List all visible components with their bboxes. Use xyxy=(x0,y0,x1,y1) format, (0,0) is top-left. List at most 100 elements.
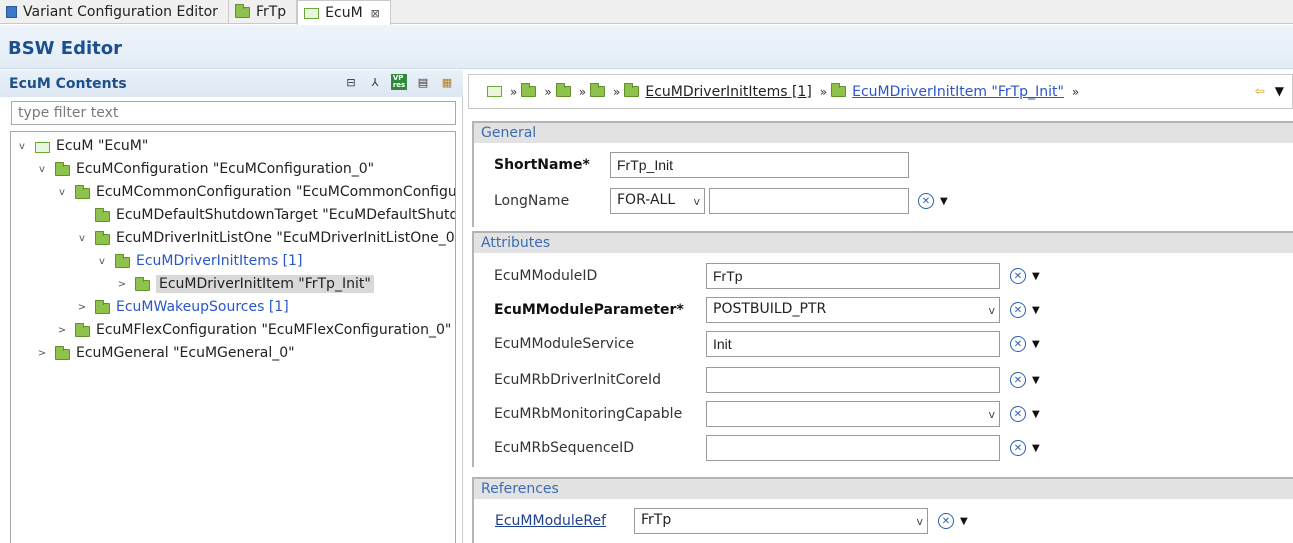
ecummoduleservice-input[interactable] xyxy=(706,331,1000,357)
filter-input[interactable] xyxy=(11,101,456,125)
shortname-input[interactable] xyxy=(610,152,909,178)
chevron-down-icon[interactable]: ▼ xyxy=(940,196,948,207)
reset-control[interactable]: ✕ ▼ xyxy=(1010,440,1040,456)
expand-toggle-icon[interactable]: v xyxy=(35,164,49,175)
ecumrbsequenceid-input[interactable] xyxy=(706,435,1000,461)
reset-control[interactable]: ✕ ▼ xyxy=(1010,268,1040,284)
ecummoduleparameter-select[interactable]: POSTBUILD_PTR v xyxy=(706,297,1000,323)
reset-icon[interactable]: ✕ xyxy=(1010,440,1026,456)
tree-node-ecumdriverinititem[interactable]: > EcuMDriverInitItem "FrTp_Init" xyxy=(115,274,374,294)
breadcrumb-item[interactable]: EcuMDriverInitItems [1] xyxy=(624,83,812,100)
tab-frtp[interactable]: FrTp xyxy=(229,0,298,24)
tab-label: EcuM xyxy=(325,5,363,21)
tab-label: Variant Configuration Editor xyxy=(23,4,218,20)
reset-icon[interactable]: ✕ xyxy=(918,193,934,209)
tree-node-ecumflexconfiguration[interactable]: > EcuMFlexConfiguration "EcuMFlexConfigu… xyxy=(55,320,452,340)
reset-control[interactable]: ✕ ▼ xyxy=(918,193,948,209)
chevron-right-icon[interactable]: » xyxy=(544,85,551,99)
module-icon xyxy=(35,142,50,153)
breadcrumb: » » » » EcuMDriverInitItems [1] » EcuMDr… xyxy=(468,74,1293,109)
chevron-down-icon[interactable]: ▼ xyxy=(1032,271,1040,282)
folder-icon xyxy=(95,300,110,314)
expand-toggle-icon[interactable]: > xyxy=(75,302,89,313)
folder-icon xyxy=(75,323,90,337)
expand-toggle-icon[interactable]: > xyxy=(55,325,69,336)
reset-icon[interactable]: ✕ xyxy=(938,513,954,529)
vp-res-icon[interactable]: VP res xyxy=(391,74,407,90)
longname-label: LongName xyxy=(494,193,570,209)
tree-node-ecumdefaultshutdowntarget[interactable]: EcuMDefaultShutdownTarget "EcuMDefaultSh… xyxy=(75,205,455,225)
contents-panel-header: EcuM Contents ⊟ ⅄ VP res ▤ ▦ xyxy=(0,70,463,97)
folder-icon xyxy=(590,83,606,97)
page-title: BSW Editor xyxy=(8,38,123,59)
expand-toggle-icon[interactable]: v xyxy=(75,233,89,244)
ecummoduleref-select[interactable]: FrTp v xyxy=(634,508,928,534)
reset-control[interactable]: ✕ ▼ xyxy=(1010,372,1040,388)
reference-label-link[interactable]: EcuMModuleRef xyxy=(495,513,606,529)
reset-control[interactable]: ✕ ▼ xyxy=(1010,406,1040,422)
expand-toggle-icon[interactable]: > xyxy=(115,279,129,290)
tree-node-ecumdriverinititems[interactable]: v EcuMDriverInitItems [1] xyxy=(95,251,302,271)
tree-node-label: EcuMDriverInitItems [1] xyxy=(136,253,303,269)
editor-icon xyxy=(6,6,17,18)
tree-node-ecumwakeupsources[interactable]: > EcuMWakeupSources [1] xyxy=(75,297,289,317)
tree-node-ecum[interactable]: v EcuM "EcuM" xyxy=(15,136,148,156)
collapse-all-icon[interactable]: ⊟ xyxy=(343,74,359,90)
properties-panel: » » » » EcuMDriverInitItems [1] » EcuMDr… xyxy=(468,70,1293,543)
chevron-right-icon[interactable]: » xyxy=(613,85,620,99)
folder-icon xyxy=(95,231,110,245)
breadcrumb-item[interactable]: EcuMDriverInitItem "FrTp_Init" xyxy=(831,83,1064,100)
breadcrumb-folder[interactable] xyxy=(521,83,537,97)
reset-icon[interactable]: ✕ xyxy=(1010,302,1026,318)
reset-icon[interactable]: ✕ xyxy=(1010,336,1026,352)
breadcrumb-root[interactable] xyxy=(487,86,502,97)
chevron-right-icon[interactable]: » xyxy=(579,85,586,99)
chevron-down-icon[interactable]: ▼ xyxy=(1275,84,1284,98)
references-section: References EcuMModuleRef FrTp v ✕ ▼ xyxy=(472,477,1293,543)
close-icon[interactable]: ⊠ xyxy=(371,7,380,20)
breadcrumb-folder[interactable] xyxy=(555,83,571,97)
ecumrbdriverinitcoreid-input[interactable] xyxy=(706,367,1000,393)
chevron-down-icon[interactable]: ▼ xyxy=(1032,375,1040,386)
longname-language-select[interactable]: FOR-ALL v xyxy=(610,188,705,214)
tree-node-ecumconfiguration[interactable]: v EcuMConfiguration "EcuMConfiguration_0… xyxy=(35,159,374,179)
chevron-down-icon[interactable]: ▼ xyxy=(1032,339,1040,350)
reset-control[interactable]: ✕ ▼ xyxy=(1010,336,1040,352)
tab-label: FrTp xyxy=(255,4,287,20)
expand-toggle-icon[interactable]: v xyxy=(55,187,69,198)
chevron-down-icon[interactable]: ▼ xyxy=(1032,443,1040,454)
chevron-right-icon[interactable]: » xyxy=(820,85,827,99)
tree-node-ecumgeneral[interactable]: > EcuMGeneral "EcuMGeneral_0" xyxy=(35,343,295,363)
chevron-down-icon[interactable]: ▼ xyxy=(960,516,968,527)
reset-control[interactable]: ✕ ▼ xyxy=(938,513,968,529)
expand-toggle-icon[interactable]: v xyxy=(15,141,29,152)
tree-node-label: EcuMFlexConfiguration "EcuMFlexConfigura… xyxy=(96,322,452,338)
attribute-label: EcuMModuleID xyxy=(494,268,598,284)
reset-control[interactable]: ✕ ▼ xyxy=(1010,302,1040,318)
tree-node-ecumdriverinitlistone[interactable]: v EcuMDriverInitListOne "EcuMDriverInitL… xyxy=(75,228,455,248)
ecummoduleid-input[interactable] xyxy=(706,263,1000,289)
link-icon[interactable]: ⅄ xyxy=(367,74,383,90)
longname-input[interactable] xyxy=(709,188,909,214)
chevron-right-icon[interactable]: » xyxy=(510,85,517,99)
breadcrumb-folder[interactable] xyxy=(590,83,606,97)
folder-icon xyxy=(831,83,847,97)
expand-toggle-icon[interactable]: v xyxy=(95,256,109,267)
reset-icon[interactable]: ✕ xyxy=(1010,268,1026,284)
tab-ecum[interactable]: EcuM ⊠ xyxy=(297,0,391,25)
chevron-down-icon[interactable]: ▼ xyxy=(1032,305,1040,316)
folder-icon xyxy=(135,277,150,291)
table-icon[interactable]: ▦ xyxy=(439,74,455,90)
tree-node-label: EcuM "EcuM" xyxy=(56,138,149,154)
tab-variant-configuration-editor[interactable]: Variant Configuration Editor xyxy=(0,0,229,24)
reset-icon[interactable]: ✕ xyxy=(1010,406,1026,422)
document-icon[interactable]: ▤ xyxy=(415,74,431,90)
tree-node-ecumcommonconfiguration[interactable]: v EcuMCommonConfiguration "EcuMCommonCon… xyxy=(55,182,455,202)
expand-toggle-icon[interactable]: > xyxy=(35,348,49,359)
chevron-down-icon[interactable]: ▼ xyxy=(1032,409,1040,420)
back-arrow-icon[interactable]: ⇦ xyxy=(1255,84,1265,98)
chevron-right-icon[interactable]: » xyxy=(1072,85,1079,99)
ecumrbmonitoringcapable-select[interactable]: v xyxy=(706,401,1000,427)
breadcrumb-nav: ⇦ ▼ xyxy=(1255,84,1284,98)
reset-icon[interactable]: ✕ xyxy=(1010,372,1026,388)
